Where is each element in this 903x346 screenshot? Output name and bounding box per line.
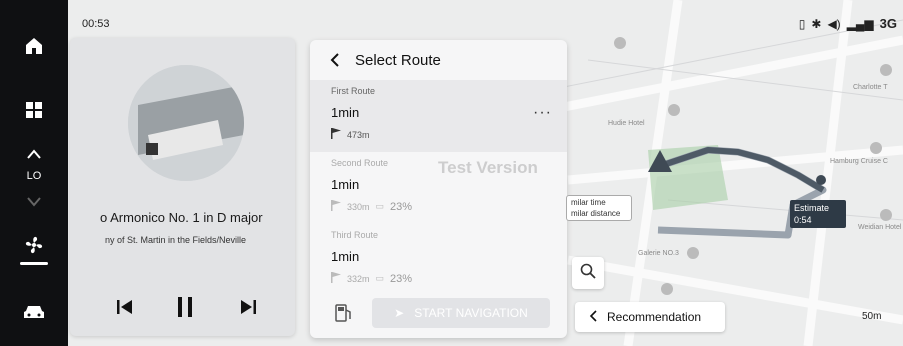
poi-label: Hudie Hotel (608, 120, 645, 127)
similar-route-tooltip: milar time milar distance (566, 195, 632, 221)
route-meta: 332m ▭ 23% (331, 272, 412, 285)
route-meta: 473m (331, 128, 370, 141)
estimate-badge: Estimate 0:54 (790, 200, 846, 228)
route-time: 1min (331, 105, 360, 120)
start-navigation-label: START NAVIGATION (414, 306, 528, 320)
back-icon[interactable] (330, 53, 340, 72)
map-scale: 50m (862, 311, 882, 322)
route-distance: 473m (347, 129, 370, 140)
flag-icon (331, 272, 341, 285)
start-navigation-button[interactable]: ➤ START NAVIGATION (372, 298, 550, 328)
song-title: o Armonico No. 1 in D major (100, 210, 263, 225)
panel-header: Select Route (310, 40, 567, 80)
route-time: 1min (331, 249, 360, 264)
status-time: 00:53 (82, 18, 110, 30)
route-percent: 23% (390, 200, 413, 213)
route-distance: 330m (347, 201, 370, 212)
fan-underline (20, 262, 48, 265)
recommendation-label: Recommendation (607, 310, 702, 324)
album-art (128, 65, 244, 181)
pause-icon[interactable] (177, 297, 193, 322)
apps-grid-icon[interactable] (0, 97, 68, 123)
poi-label: Galerie NO.3 (638, 250, 679, 257)
next-track-icon[interactable] (240, 300, 256, 319)
signal-bars-icon: ▂▄▆ (846, 16, 874, 31)
temp-down-icon[interactable] (0, 194, 68, 210)
route-label: Second Route (331, 158, 389, 168)
route-label: First Route (331, 86, 376, 96)
route-meta: 330m ▭ 23% (331, 200, 412, 213)
chevron-left-icon (589, 309, 597, 325)
route-select-panel: Select Route First Route 1min ··· 473m S… (310, 40, 567, 338)
search-icon (580, 263, 596, 284)
recommendation-button[interactable]: Recommendation (575, 302, 725, 332)
tooltip-line: milar time (571, 198, 606, 207)
car-icon[interactable] (0, 300, 68, 324)
media-player-card[interactable]: o Armonico No. 1 in D major ny of St. Ma… (70, 38, 295, 336)
panel-title: Select Route (355, 52, 441, 69)
home-icon[interactable] (0, 33, 68, 59)
route-distance: 332m (347, 273, 370, 284)
route-label: Third Route (331, 230, 379, 240)
bluetooth-icon: ✱ (811, 16, 822, 31)
traffic-light-icon: ▭ (375, 273, 385, 283)
song-artist: ny of St. Martin in the Fields/Neville (105, 235, 247, 245)
temperature-label: LO (26, 170, 42, 182)
test-version-watermark: Test Version (438, 158, 538, 177)
fan-icon[interactable] (0, 232, 68, 258)
map-search-button[interactable] (572, 257, 604, 289)
tooltip-line: milar distance (571, 209, 621, 218)
poi-label: Hamburg Cruise C (830, 158, 888, 165)
network-type: 3G (879, 16, 897, 31)
estimate-label: Estimate (794, 203, 830, 213)
route-option-third[interactable]: Third Route 1min 332m ▭ 23% (310, 224, 567, 296)
temp-up-icon[interactable] (0, 146, 68, 162)
navigation-arrow-icon: ➤ (394, 306, 405, 320)
flag-icon (331, 128, 341, 141)
status-icons: ▯ ✱ ◀) ▂▄▆ 3G (799, 16, 897, 31)
volume-icon: ◀) (827, 16, 841, 31)
phone-icon: ▯ (798, 16, 806, 31)
estimate-value: 0:54 (794, 215, 812, 225)
route-option-first[interactable]: First Route 1min ··· 473m (310, 80, 567, 152)
more-options-icon[interactable]: ··· (533, 104, 552, 122)
gas-station-icon[interactable] (334, 302, 354, 329)
previous-track-icon[interactable] (117, 300, 133, 319)
route-time: 1min (331, 177, 360, 192)
traffic-light-icon: ▭ (375, 201, 385, 211)
flag-icon (331, 200, 341, 213)
poi-label: Weidian Hotel (858, 224, 902, 231)
poi-label: Charlotte T (853, 84, 888, 91)
side-dock: LO (0, 0, 68, 346)
route-percent: 23% (390, 272, 413, 285)
